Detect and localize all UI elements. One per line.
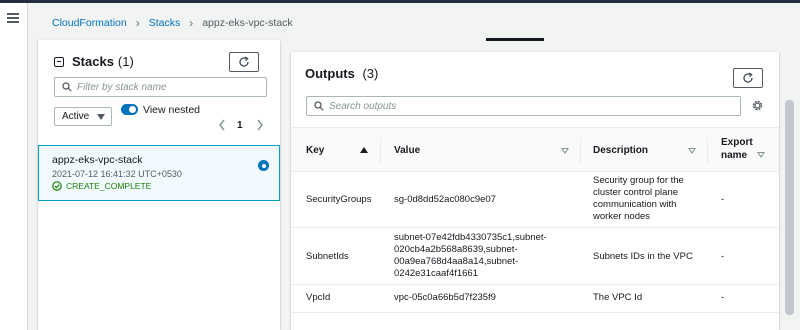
column-key[interactable]: Key	[306, 145, 324, 156]
stacks-count: (1)	[117, 54, 134, 69]
caret-down-icon	[97, 114, 105, 120]
outputs-search-field[interactable]	[329, 100, 740, 112]
outputs-panel: Outputs (3) Key Value Description Export…	[291, 52, 779, 330]
outputs-search-input[interactable]	[306, 96, 741, 116]
output-export: -	[721, 251, 725, 262]
refresh-icon	[743, 72, 753, 83]
output-export: -	[721, 292, 725, 303]
collapse-icon[interactable]	[54, 56, 64, 67]
outputs-table-header: Key Value Description Export name	[291, 127, 779, 172]
check-circle-icon	[52, 181, 62, 191]
column-export-line2[interactable]: name	[721, 150, 747, 161]
output-key: VpcId	[306, 292, 331, 303]
stack-list-item[interactable]: appz-eks-vpc-stack 2021-07-12 16:41:32 U…	[38, 145, 280, 201]
column-export-line1[interactable]: Export	[721, 137, 753, 148]
sort-icon[interactable]	[561, 148, 569, 154]
sort-ascending-icon[interactable]	[360, 147, 368, 153]
status-filter-select[interactable]: Active	[54, 107, 112, 126]
stacks-refresh-button[interactable]	[229, 52, 259, 72]
table-row: SubnetIds subnet-07e42fdb4330735c1,subne…	[291, 228, 779, 285]
column-description[interactable]: Description	[593, 145, 648, 156]
outputs-header: Outputs (3)	[305, 66, 378, 81]
output-description: worker nodes	[593, 211, 651, 222]
chevron-right-icon: ›	[189, 16, 194, 30]
refresh-icon	[239, 56, 249, 67]
breadcrumb-current: appz-eks-vpc-stack	[202, 17, 293, 29]
sort-icon[interactable]	[688, 148, 696, 154]
output-export: -	[721, 194, 725, 205]
stacks-title: Stacks	[72, 54, 114, 69]
search-icon	[62, 82, 72, 92]
table-row: VpcId vpc-05c0a66b5d7f235f9 The VPC Id -	[291, 285, 779, 313]
scrollbar-thumb[interactable]	[785, 100, 794, 315]
output-value: vpc-05c0a66b5d7f235f9	[394, 292, 496, 303]
search-icon	[314, 101, 324, 111]
table-row: SecurityGroups sg-0d8dd52ac080c9e07 Secu…	[291, 172, 779, 228]
breadcrumb-cloudformation[interactable]: CloudFormation	[52, 17, 127, 29]
next-page-icon[interactable]	[256, 119, 264, 131]
page-number[interactable]: 1	[237, 120, 243, 131]
top-navigation-bar	[0, 0, 800, 3]
stack-filter-field[interactable]	[77, 81, 266, 93]
outputs-refresh-button[interactable]	[733, 68, 763, 88]
column-divider	[380, 138, 381, 164]
column-divider	[580, 138, 581, 164]
output-key: SecurityGroups	[306, 194, 372, 205]
view-nested-toggle[interactable]	[121, 104, 138, 115]
output-value: 020cb4a2b568a8639,subnet-	[394, 244, 518, 255]
stack-select-radio[interactable]	[258, 160, 269, 171]
outputs-title: Outputs	[305, 66, 355, 81]
menu-icon[interactable]	[7, 13, 19, 23]
column-divider	[707, 138, 708, 164]
output-value: subnet-07e42fdb4330735c1,subnet-	[394, 232, 547, 243]
outputs-count: (3)	[362, 66, 379, 81]
status-filter-value: Active	[62, 111, 90, 122]
active-tab-indicator	[486, 38, 544, 41]
stacks-header: Stacks (1)	[54, 54, 134, 69]
gear-icon[interactable]	[751, 99, 764, 112]
stack-name: appz-eks-vpc-stack	[52, 154, 143, 166]
column-value[interactable]: Value	[394, 145, 420, 156]
output-description: communication with	[593, 199, 677, 210]
output-value: 0242e31caaf4f1661	[394, 268, 478, 279]
output-description: cluster control plane	[593, 187, 679, 198]
breadcrumb-stacks[interactable]: Stacks	[149, 17, 181, 29]
side-navigation-rail	[0, 3, 28, 330]
stack-status: CREATE_COMPLETE	[52, 181, 151, 191]
output-key: SubnetIds	[306, 251, 349, 262]
output-description: Security group for the	[593, 175, 684, 186]
previous-page-icon[interactable]	[218, 119, 226, 131]
stack-status-text: CREATE_COMPLETE	[66, 181, 152, 191]
output-description: The VPC Id	[593, 292, 643, 303]
stack-created-date: 2021-07-12 16:41:32 UTC+0530	[52, 169, 182, 179]
output-value: sg-0d8dd52ac080c9e07	[394, 194, 496, 205]
breadcrumb: CloudFormation › Stacks › appz-eks-vpc-s…	[52, 14, 293, 32]
view-nested-label: View nested	[143, 104, 201, 116]
chevron-right-icon: ›	[135, 16, 140, 30]
stack-filter-input[interactable]	[54, 77, 267, 97]
output-value: 00a9ea768d4aa8a14,subnet-	[394, 256, 519, 267]
sort-icon[interactable]	[757, 152, 765, 158]
output-description: Subnets IDs in the VPC	[593, 251, 693, 262]
